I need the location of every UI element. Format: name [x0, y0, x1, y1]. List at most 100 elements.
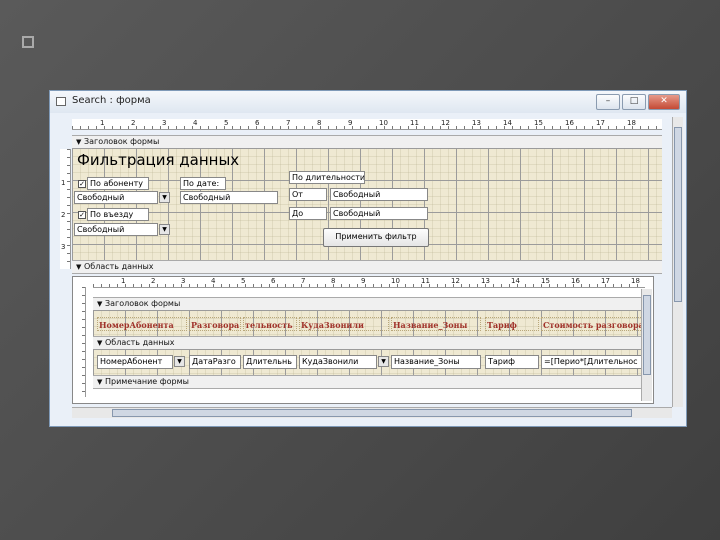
field-date[interactable]: ДатаРазго [189, 355, 241, 369]
field-subscriber[interactable]: НомерАбонент [97, 355, 173, 369]
ruler-mark: 14 [503, 119, 512, 127]
ruler-mark: 15 [541, 277, 550, 285]
sub-section-note[interactable]: ▼ Примечание формы [93, 375, 649, 389]
chevron-down-icon[interactable]: ▼ [159, 224, 170, 235]
sub-section-header[interactable]: ▼ Заголовок формы [93, 297, 649, 311]
window-title: Search : форма [72, 95, 151, 106]
ruler-mark: 10 [391, 277, 400, 285]
section-label: Заголовок формы [84, 137, 160, 146]
ruler-mark: 13 [472, 119, 481, 127]
by-entrance-label: По въезду [87, 208, 149, 221]
field-destination[interactable]: КудаЗвонили [299, 355, 377, 369]
subform-vertical-scrollbar[interactable] [641, 289, 652, 401]
to-input[interactable]: Свободный [330, 207, 428, 220]
scroll-thumb[interactable] [112, 409, 632, 417]
by-date-label: По дате: [180, 177, 226, 190]
ruler-mark: 6 [255, 119, 260, 127]
section-label: Область данных [84, 262, 154, 271]
ruler-mark: 3 [162, 119, 167, 127]
ruler-mark: 8 [331, 277, 336, 285]
ruler-mark: 9 [348, 119, 353, 127]
date-input[interactable]: Свободный [180, 191, 278, 204]
vertical-ruler: 1 2 3 [60, 149, 71, 269]
ruler-mark: 7 [301, 277, 306, 285]
ruler-mark: 18 [627, 119, 636, 127]
ruler-mark: 3 [181, 277, 186, 285]
ruler-mark: 9 [361, 277, 366, 285]
minimize-button[interactable]: – [596, 94, 620, 110]
sub-section-data[interactable]: ▼ Область данных [93, 336, 649, 350]
col-header: Разговора [189, 317, 241, 331]
slide-bullet [22, 36, 34, 48]
subform-ruler: 1 2 3 4 5 6 7 8 9 10 11 12 13 14 15 16 17 18 [93, 277, 645, 288]
maximize-button[interactable]: □ [622, 94, 646, 110]
window-vertical-scrollbar[interactable] [672, 117, 683, 407]
section-label: Примечание формы [105, 377, 189, 386]
by-subscriber-label: По абоненту [87, 177, 149, 190]
field-duration[interactable]: Длительнь [243, 355, 297, 369]
ruler-mark: 10 [379, 119, 388, 127]
close-button[interactable]: ✕ [648, 94, 680, 110]
by-subscriber-checkbox[interactable]: ✓ [78, 180, 86, 188]
from-input[interactable]: Свободный [330, 188, 428, 201]
field-cost[interactable]: =[Перио*[Длительнос [541, 355, 645, 369]
ruler-mark: 11 [410, 119, 419, 127]
window-horizontal-scrollbar[interactable] [72, 407, 672, 418]
page-title: Фильтрация данных [77, 151, 240, 169]
ruler-mark: 5 [241, 277, 246, 285]
subscriber-combo[interactable]: Свободный [74, 191, 158, 204]
ruler-mark: 1 [121, 277, 126, 285]
field-tariff[interactable]: Тариф [485, 355, 539, 369]
ruler-mark: 13 [481, 277, 490, 285]
ruler-mark: 4 [211, 277, 216, 285]
ruler-mark: 16 [571, 277, 580, 285]
apply-filter-button[interactable]: Применить фильтр [323, 228, 429, 247]
ruler-mark: 4 [193, 119, 198, 127]
col-header: НомерАбонента [97, 317, 187, 331]
col-header: КудаЗвонили [299, 317, 389, 331]
ruler-mark: 1 [61, 179, 66, 187]
ruler-mark: 15 [534, 119, 543, 127]
ruler-mark: 7 [286, 119, 291, 127]
section-data-area[interactable]: ▼ Область данных [72, 260, 662, 274]
ruler-mark: 16 [565, 119, 574, 127]
ruler-mark: 5 [224, 119, 229, 127]
by-entrance-checkbox[interactable]: ✓ [78, 211, 86, 219]
from-label: От [289, 188, 327, 201]
ruler-mark: 6 [271, 277, 276, 285]
to-label: До [289, 207, 327, 220]
by-duration-label: По длительности [289, 171, 365, 184]
field-zone[interactable]: Название_Зоны [391, 355, 481, 369]
ruler-mark: 17 [601, 277, 610, 285]
ruler-mark: 17 [596, 119, 605, 127]
scroll-thumb[interactable] [643, 295, 651, 375]
col-header: Тариф [485, 317, 539, 331]
ruler-mark: 2 [151, 277, 156, 285]
ruler-mark: 12 [451, 277, 460, 285]
col-header: Название_Зоны [391, 317, 481, 331]
ruler-mark: 12 [441, 119, 450, 127]
ruler-mark: 14 [511, 277, 520, 285]
ruler-mark: 8 [317, 119, 322, 127]
ruler-mark: 3 [61, 243, 66, 251]
ruler-mark: 18 [631, 277, 640, 285]
form-icon [56, 97, 66, 106]
col-header: тельность [243, 317, 297, 331]
subform-vertical-ruler [75, 287, 86, 397]
ruler-mark: 11 [421, 277, 430, 285]
chevron-down-icon[interactable]: ▼ [159, 192, 170, 203]
section-form-header[interactable]: ▼ Заголовок формы [72, 135, 662, 149]
col-header: Стоимость разговора [541, 317, 645, 331]
scroll-thumb[interactable] [674, 127, 682, 302]
horizontal-ruler: 1 2 3 4 5 6 7 8 9 10 11 12 13 14 15 16 17 18 [72, 119, 662, 130]
ruler-mark: 1 [100, 119, 105, 127]
chevron-down-icon[interactable]: ▼ [174, 356, 185, 367]
section-label: Область данных [105, 338, 175, 347]
chevron-down-icon[interactable]: ▼ [378, 356, 389, 367]
title-bar: Search : форма – □ ✕ [50, 91, 686, 113]
section-label: Заголовок формы [105, 299, 181, 308]
ruler-mark: 2 [61, 211, 66, 219]
subform: 1 2 3 4 5 6 7 8 9 10 11 12 13 14 15 16 17 18 ▼ Заголовок ф… [72, 276, 654, 404]
ruler-mark: 2 [131, 119, 136, 127]
entrance-combo[interactable]: Свободный [74, 223, 158, 236]
